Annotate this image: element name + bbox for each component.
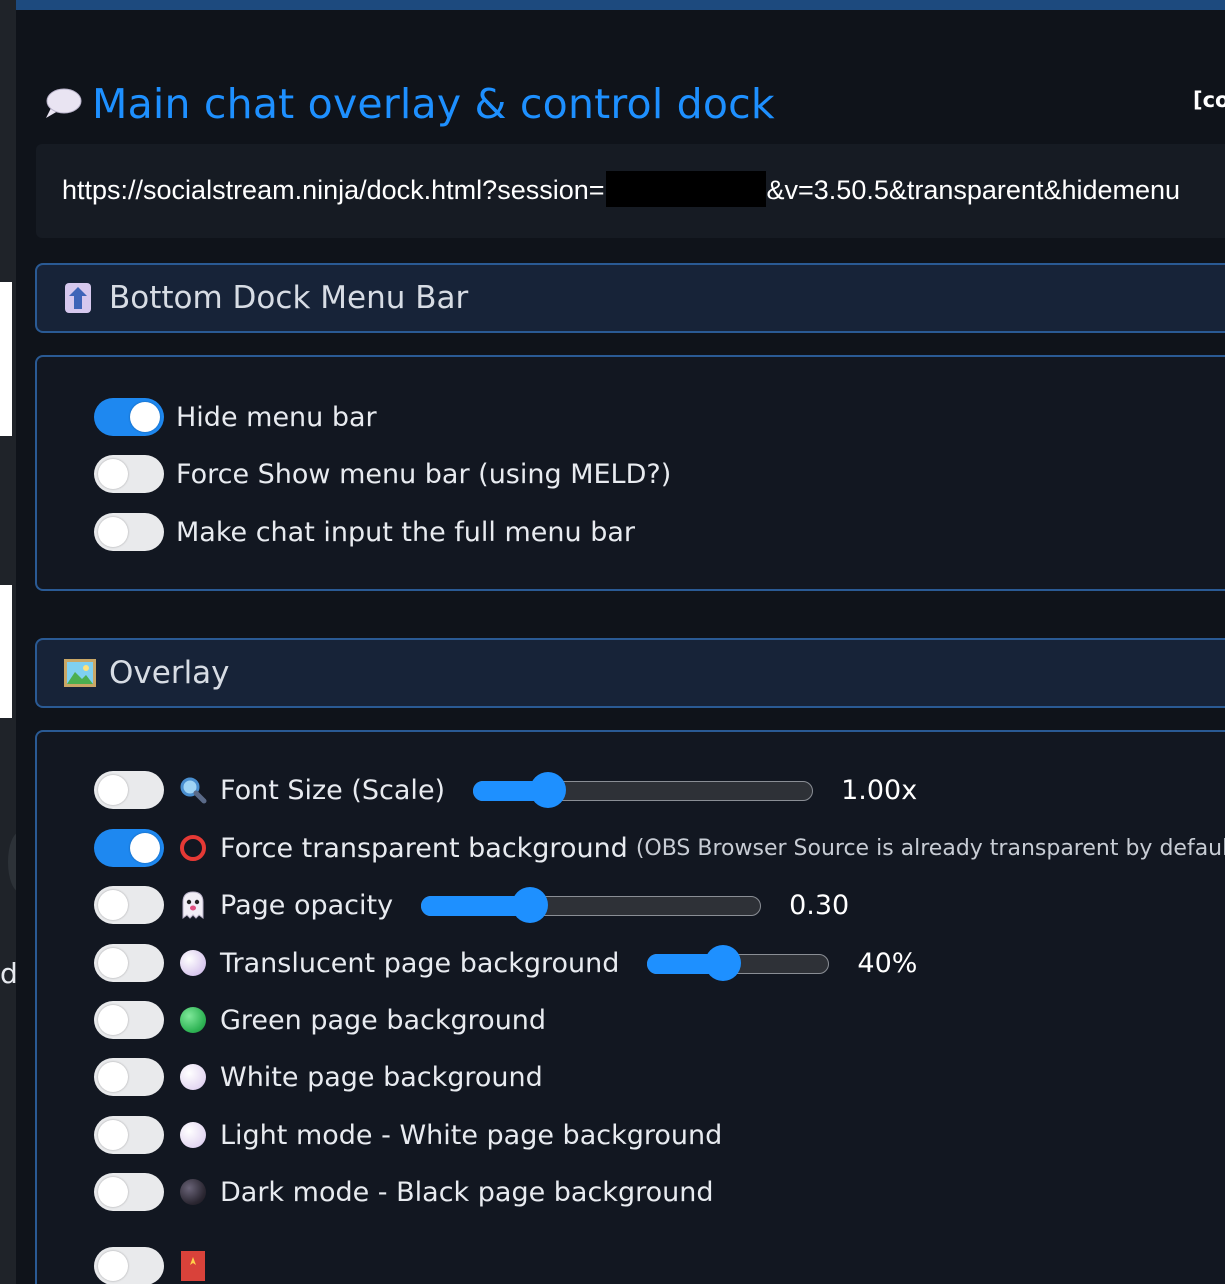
firework-icon bbox=[178, 1251, 208, 1281]
section-title: Bottom Dock Menu Bar bbox=[109, 280, 469, 316]
settings-panel: Main chat overlay & control dock [co htt… bbox=[16, 0, 1225, 1284]
left-edge-letter: d bbox=[0, 957, 16, 990]
translucency-slider[interactable] bbox=[647, 945, 830, 981]
url-prefix: https://socialstream.ninja/dock.html?ses… bbox=[62, 175, 605, 206]
option-label: Force Show menu bar (using MELD?) bbox=[176, 458, 672, 490]
option-force-show-menu-bar: Force Show menu bar (using MELD?) bbox=[94, 454, 671, 494]
top-accent-bar bbox=[16, 0, 1225, 10]
slider-value: 1.00x bbox=[841, 774, 918, 806]
option-label: Translucent page background bbox=[220, 947, 620, 979]
slider-thumb[interactable] bbox=[530, 772, 567, 808]
option-white-background: White page background bbox=[94, 1057, 543, 1097]
page-opacity-slider[interactable] bbox=[421, 887, 762, 923]
left-edge-circle bbox=[8, 832, 16, 892]
up-arrow-icon bbox=[63, 282, 93, 314]
option-label: White page background bbox=[220, 1061, 543, 1093]
option-note: (OBS Browser Source is already transpare… bbox=[635, 835, 1225, 861]
section-title: Overlay bbox=[109, 655, 230, 691]
redacted-session-id bbox=[605, 171, 766, 207]
toggle-switch[interactable] bbox=[94, 398, 164, 436]
slider-thumb[interactable] bbox=[705, 945, 742, 981]
left-window-edge: d bbox=[0, 0, 16, 1284]
toggle-switch[interactable] bbox=[94, 771, 164, 809]
option-dark-mode: Dark mode - Black page background bbox=[94, 1172, 713, 1212]
option-label: Hide menu bar bbox=[176, 401, 377, 433]
section-header-overlay[interactable]: Overlay bbox=[35, 638, 1225, 708]
option-page-opacity: Page opacity 0.30 bbox=[94, 885, 849, 925]
option-label: Green page background bbox=[220, 1004, 547, 1036]
option-chat-input-full-menu: Make chat input the full menu bar bbox=[94, 512, 635, 552]
corner-link[interactable]: [co bbox=[1193, 88, 1225, 112]
white-circle-icon bbox=[178, 1120, 208, 1150]
option-label: Force transparent background bbox=[220, 832, 628, 864]
option-light-mode: Light mode - White page background bbox=[94, 1115, 722, 1155]
green-circle-icon bbox=[178, 1005, 208, 1035]
option-label: Light mode - White page background bbox=[220, 1119, 723, 1151]
option-label: Make chat input the full menu bar bbox=[176, 516, 636, 548]
left-edge-white-panel bbox=[0, 282, 12, 436]
toggle-switch[interactable] bbox=[94, 1001, 164, 1039]
hollow-red-circle-icon bbox=[178, 833, 208, 863]
black-circle-icon bbox=[178, 1177, 208, 1207]
speech-bubble-icon bbox=[42, 86, 82, 122]
section-header-bottom-dock[interactable]: Bottom Dock Menu Bar bbox=[35, 263, 1225, 333]
option-partially-visible bbox=[94, 1246, 220, 1284]
option-green-background: Green page background bbox=[94, 1000, 546, 1040]
option-font-size: Font Size (Scale) 1.00x bbox=[94, 770, 917, 810]
bottom-dock-options-panel: Hide menu bar Force Show menu bar (using… bbox=[35, 355, 1225, 591]
toggle-switch[interactable] bbox=[94, 1247, 164, 1284]
left-edge-white-panel bbox=[0, 585, 12, 718]
light-purple-circle-icon bbox=[178, 948, 208, 978]
toggle-switch[interactable] bbox=[94, 829, 164, 867]
dock-url[interactable]: https://socialstream.ninja/dock.html?ses… bbox=[62, 171, 1181, 210]
font-size-slider[interactable] bbox=[473, 772, 814, 808]
toggle-switch[interactable] bbox=[94, 944, 164, 982]
option-hide-menu-bar: Hide menu bar bbox=[94, 397, 377, 437]
ghost-icon bbox=[178, 890, 208, 920]
page-header: Main chat overlay & control dock bbox=[42, 78, 775, 130]
framed-picture-icon bbox=[63, 657, 96, 689]
option-translucent-background: Translucent page background 40% bbox=[94, 943, 917, 983]
option-force-transparent: Force transparent background (OBS Browse… bbox=[94, 828, 1225, 868]
dock-url-box[interactable]: https://socialstream.ninja/dock.html?ses… bbox=[36, 144, 1225, 238]
toggle-switch[interactable] bbox=[94, 455, 164, 493]
option-label: Font Size (Scale) bbox=[220, 774, 446, 806]
page-title: Main chat overlay & control dock bbox=[92, 80, 775, 128]
white-circle-icon bbox=[178, 1062, 208, 1092]
slider-thumb[interactable] bbox=[512, 887, 549, 923]
toggle-switch[interactable] bbox=[94, 886, 164, 924]
slider-value: 40% bbox=[857, 947, 918, 979]
overlay-options-panel: Font Size (Scale) 1.00x Force transparen… bbox=[35, 730, 1225, 1284]
option-label: Page opacity bbox=[220, 889, 394, 921]
option-label: Dark mode - Black page background bbox=[220, 1176, 714, 1208]
toggle-switch[interactable] bbox=[94, 1058, 164, 1096]
url-suffix: &v=3.50.5&transparent&hidemenu bbox=[766, 175, 1181, 206]
toggle-switch[interactable] bbox=[94, 1173, 164, 1211]
toggle-switch[interactable] bbox=[94, 1116, 164, 1154]
slider-value: 0.30 bbox=[789, 889, 850, 921]
magnifier-icon bbox=[178, 775, 208, 805]
toggle-switch[interactable] bbox=[94, 513, 164, 551]
